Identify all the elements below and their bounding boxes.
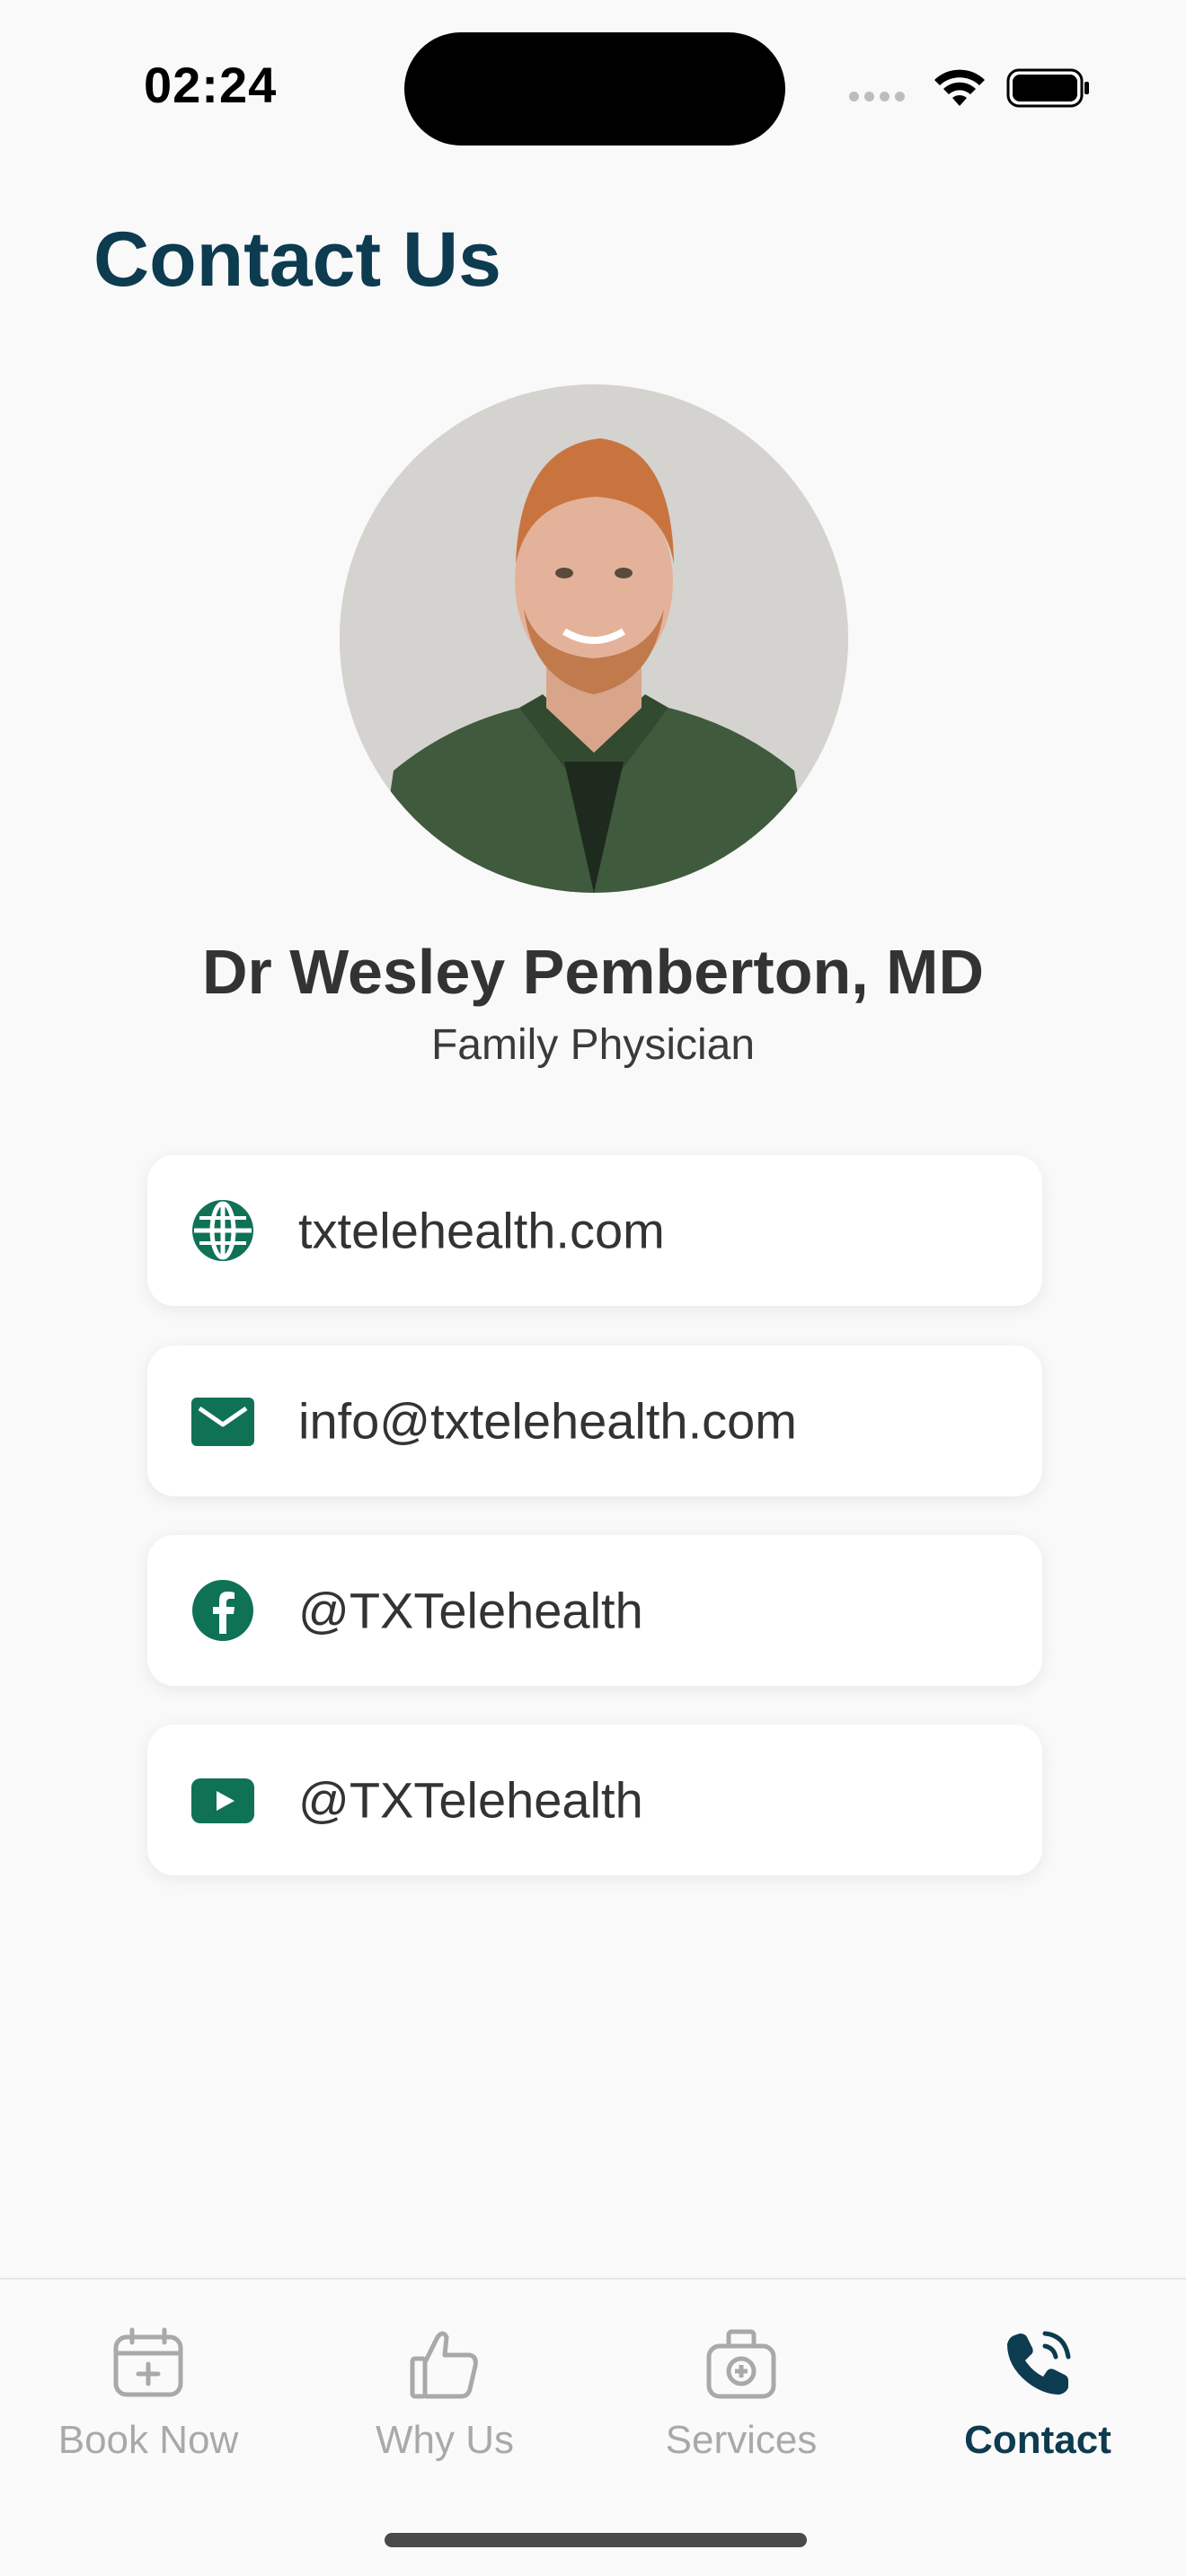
status-bar: 02:24	[0, 0, 1186, 171]
tab-contact-label: Contact	[964, 2418, 1111, 2462]
contact-website-label: txtelehealth.com	[298, 1202, 665, 1259]
contact-card-youtube[interactable]: @TXTelehealth	[147, 1725, 1042, 1875]
contact-youtube-label: @TXTelehealth	[298, 1771, 643, 1829]
status-time: 02:24	[144, 57, 278, 113]
mail-icon	[190, 1389, 255, 1453]
tab-services-label: Services	[665, 2418, 818, 2462]
calendar-plus-icon	[113, 2327, 183, 2397]
cellular-signal-icon	[849, 90, 910, 106]
doctor-avatar	[340, 384, 848, 893]
wifi-icon	[934, 69, 985, 106]
contact-card-website[interactable]: txtelehealth.com	[147, 1155, 1042, 1306]
tab-why-us[interactable]: Why Us	[296, 2326, 593, 2488]
globe-icon	[190, 1198, 255, 1263]
bottom-tab-bar: Book Now Why Us Services Contact	[0, 2278, 1186, 2576]
contact-card-facebook[interactable]: @TXTelehealth	[147, 1535, 1042, 1686]
contact-facebook-label: @TXTelehealth	[298, 1582, 643, 1639]
thumbs-up-icon	[410, 2331, 478, 2399]
tab-services[interactable]: Services	[593, 2326, 890, 2488]
home-indicator	[385, 2533, 807, 2547]
phone-call-icon	[1007, 2331, 1071, 2395]
youtube-icon	[190, 1768, 255, 1832]
page-title: Contact Us	[93, 216, 501, 303]
dynamic-island	[404, 32, 785, 146]
doctor-role: Family Physician	[430, 1021, 756, 1069]
tab-book-now-label: Book Now	[58, 2418, 239, 2462]
contact-card-email[interactable]: info@txtelehealth.com	[147, 1345, 1042, 1496]
battery-icon	[1006, 68, 1089, 108]
tab-contact[interactable]: Contact	[890, 2326, 1186, 2488]
facebook-icon	[190, 1578, 255, 1643]
tab-book-now[interactable]: Book Now	[0, 2326, 296, 2488]
contact-email-label: info@txtelehealth.com	[298, 1392, 797, 1450]
tab-why-us-label: Why Us	[376, 2418, 514, 2462]
medical-bag-icon	[706, 2329, 776, 2399]
doctor-name: Dr Wesley Pemberton, MD	[201, 937, 985, 1007]
